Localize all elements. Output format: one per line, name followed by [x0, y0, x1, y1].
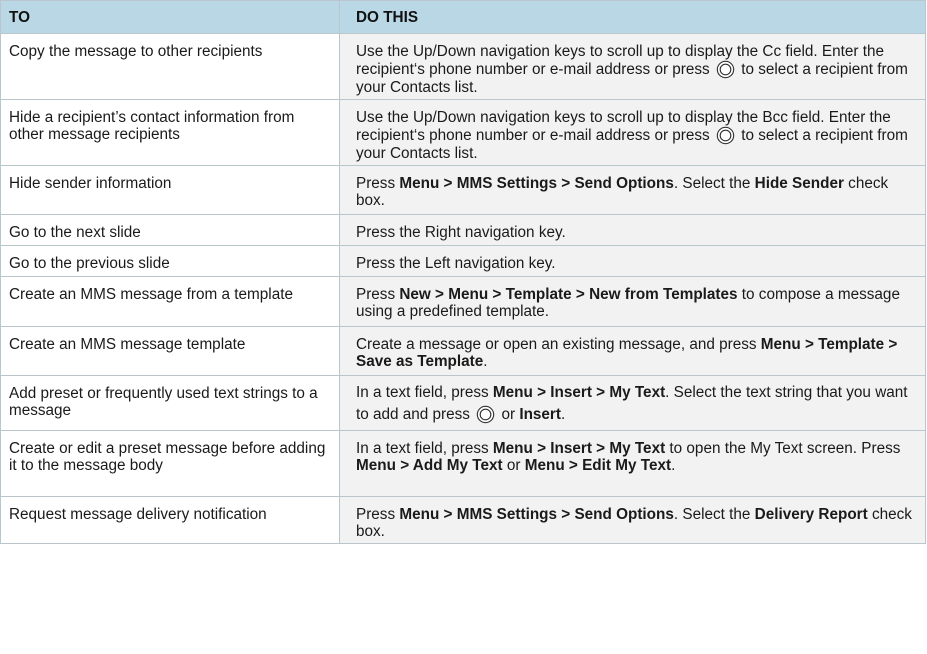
to-cell: Create or edit a preset message before a… — [0, 430, 340, 497]
to-cell: Request message delivery notification — [0, 496, 340, 544]
menu-path-text: Menu > Insert > My Text — [492, 440, 666, 457]
menu-path-text: Menu > Insert > My Text — [492, 384, 666, 401]
menu-path-text: New > Menu > Template > New from Templat… — [399, 286, 738, 303]
instruction-text: Press — [356, 175, 400, 192]
navigation-center-key-icon — [716, 60, 735, 79]
to-cell: Go to the next slide — [0, 214, 340, 246]
instruction-text: . — [483, 353, 488, 370]
column-header-to: TO — [0, 0, 340, 34]
table-row: Request message delivery notification Pr… — [0, 496, 926, 544]
to-cell: Copy the message to other recipients — [0, 33, 340, 100]
table-row: Hide sender information Press Menu > MMS… — [0, 165, 926, 215]
instruction-text: or — [502, 457, 525, 474]
do-this-cell: Use the Up/Down navigation keys to scrol… — [339, 33, 926, 100]
instruction-text: Press the Left navigation key. — [356, 255, 556, 272]
instruction-text: . — [671, 457, 676, 474]
do-this-cell: Create a message or open an existing mes… — [339, 326, 926, 376]
to-cell: Add preset or frequently used text strin… — [0, 375, 340, 431]
to-cell: Create an MMS message template — [0, 326, 340, 376]
instruction-text: . — [560, 406, 566, 423]
table-row: Copy the message to other recipients Use… — [0, 33, 926, 100]
do-this-cell: Press the Left navigation key. — [339, 245, 926, 277]
instruction-table: TO DO THIS Copy the message to other rec… — [0, 0, 926, 544]
table-row: Go to the next slide Press the Right nav… — [0, 214, 926, 246]
table-row: Create an MMS message from a template Pr… — [0, 276, 926, 327]
navigation-center-key-icon — [476, 405, 495, 424]
instruction-text: to open the My Text screen. Press — [665, 440, 901, 457]
table-header-row: TO DO THIS — [0, 0, 926, 34]
do-this-cell: In a text field, press Menu > Insert > M… — [339, 430, 926, 497]
to-cell: Create an MMS message from a template — [0, 276, 340, 327]
table-row: Add preset or frequently used text strin… — [0, 375, 926, 431]
do-this-cell: Press Menu > MMS Settings > Send Options… — [339, 496, 926, 544]
do-this-cell: In a text field, press Menu > Insert > M… — [339, 375, 926, 431]
navigation-center-key-icon — [716, 126, 735, 145]
to-cell: Hide sender information — [0, 165, 340, 215]
table-row: Hide a recipient’s contact information f… — [0, 99, 926, 166]
table-row: Create or edit a preset message before a… — [0, 430, 926, 497]
menu-path-text: Menu > Edit My Text — [524, 457, 672, 474]
table-row: Create an MMS message template Create a … — [0, 326, 926, 376]
do-this-cell: Press Menu > MMS Settings > Send Options… — [339, 165, 926, 215]
option-name-text: Delivery Report — [754, 506, 868, 523]
do-this-cell: Press the Right navigation key. — [339, 214, 926, 246]
instruction-text: In a text field, press — [356, 384, 493, 401]
instruction-text: . Select the — [673, 506, 755, 523]
instruction-text: Press the Right navigation key. — [356, 224, 566, 241]
option-name-text: Insert — [519, 406, 561, 423]
instruction-text: or — [497, 406, 520, 423]
to-cell: Hide a recipient’s contact information f… — [0, 99, 340, 166]
instruction-text: Press — [356, 506, 400, 523]
menu-path-text: Menu > Add My Text — [356, 457, 503, 474]
instruction-table-page: TO DO THIS Copy the message to other rec… — [0, 0, 926, 544]
table-row: Go to the previous slide Press the Left … — [0, 245, 926, 277]
column-header-do-this: DO THIS — [339, 0, 926, 34]
option-name-text: Hide Sender — [754, 175, 844, 192]
instruction-text: In a text field, press — [356, 440, 493, 457]
menu-path-text: Menu > MMS Settings > Send Options — [399, 175, 674, 192]
instruction-text: . Select the — [673, 175, 755, 192]
menu-path-text: Menu > MMS Settings > Send Options — [399, 506, 674, 523]
instruction-text: Create a message or open an existing mes… — [356, 336, 761, 353]
do-this-cell: Press New > Menu > Template > New from T… — [339, 276, 926, 327]
to-cell: Go to the previous slide — [0, 245, 340, 277]
instruction-text: Press — [356, 286, 400, 303]
do-this-cell: Use the Up/Down navigation keys to scrol… — [339, 99, 926, 166]
